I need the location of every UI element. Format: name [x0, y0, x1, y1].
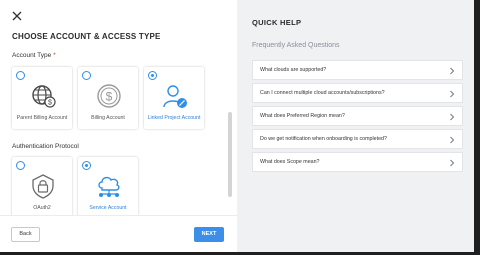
- option-label: OAuth2: [33, 205, 51, 211]
- faq-item[interactable]: Can I connect multiple cloud accounts/su…: [252, 83, 463, 103]
- svg-text:$: $: [48, 100, 52, 107]
- scrollbar[interactable]: [228, 112, 232, 197]
- account-type-label: Account Type *: [12, 52, 56, 59]
- radio-button-selected[interactable]: [82, 161, 91, 170]
- faq-item[interactable]: What does Preferred Region mean?: [252, 106, 463, 126]
- faq-question: What does Preferred Region mean?: [260, 113, 345, 119]
- back-button[interactable]: Back: [11, 227, 40, 242]
- window-edge: [474, 0, 480, 255]
- faq-heading: Frequently Asked Questions: [252, 42, 340, 49]
- quick-help-panel: QUICK HELP Frequently Asked Questions Wh…: [237, 0, 474, 252]
- option-label: Parent Billing Account: [16, 115, 68, 121]
- faq-question: Can I connect multiple cloud accounts/su…: [260, 90, 385, 96]
- faq-question: What clouds are supported?: [260, 67, 327, 73]
- account-option-linked-project[interactable]: Linked Project Account: [144, 67, 204, 129]
- account-option-parent-billing[interactable]: $ Parent Billing Account: [12, 67, 72, 129]
- auth-protocol-label: Authentication Protocol: [12, 143, 79, 150]
- user-link-icon: [163, 85, 187, 108]
- option-label: Service Account: [89, 205, 127, 211]
- svg-text:$: $: [106, 90, 113, 104]
- globe-dollar-icon: $: [32, 85, 56, 108]
- chevron-right-icon: [450, 67, 455, 75]
- faq-question: What does Scope mean?: [260, 159, 320, 165]
- chevron-right-icon: [450, 136, 455, 144]
- auth-option-service-account[interactable]: Service Account: [78, 157, 138, 219]
- next-button[interactable]: NEXT: [194, 227, 224, 242]
- option-label: Linked Project Account: [147, 115, 201, 121]
- dollar-coin-icon: $: [97, 84, 121, 108]
- chevron-right-icon: [450, 159, 455, 167]
- account-option-billing[interactable]: $ Billing Account: [78, 67, 138, 129]
- chevron-right-icon: [450, 90, 455, 98]
- lock-icon: [32, 174, 54, 199]
- page-title: CHOOSE ACCOUNT & ACCESS TYPE: [12, 32, 161, 41]
- radio-button[interactable]: [16, 161, 25, 170]
- auth-option-oauth2[interactable]: OAuth2: [12, 157, 72, 219]
- radio-button-selected[interactable]: [148, 71, 157, 80]
- faq-item[interactable]: Do we get notification when onboarding i…: [252, 129, 463, 149]
- quick-help-title: QUICK HELP: [252, 18, 302, 27]
- radio-button[interactable]: [82, 71, 91, 80]
- option-label: Billing Account: [91, 115, 125, 121]
- faq-question: Do we get notification when onboarding i…: [260, 136, 387, 142]
- cloud-network-icon: [98, 176, 120, 197]
- chevron-right-icon: [450, 113, 455, 121]
- faq-item[interactable]: What does Scope mean?: [252, 152, 463, 172]
- account-type-panel: CHOOSE ACCOUNT & ACCESS TYPE Account Typ…: [0, 0, 237, 252]
- faq-item[interactable]: What clouds are supported?: [252, 60, 463, 80]
- onboarding-dialog: CHOOSE ACCOUNT & ACCESS TYPE Account Typ…: [0, 0, 474, 252]
- close-icon[interactable]: [12, 11, 22, 21]
- radio-button[interactable]: [16, 71, 25, 80]
